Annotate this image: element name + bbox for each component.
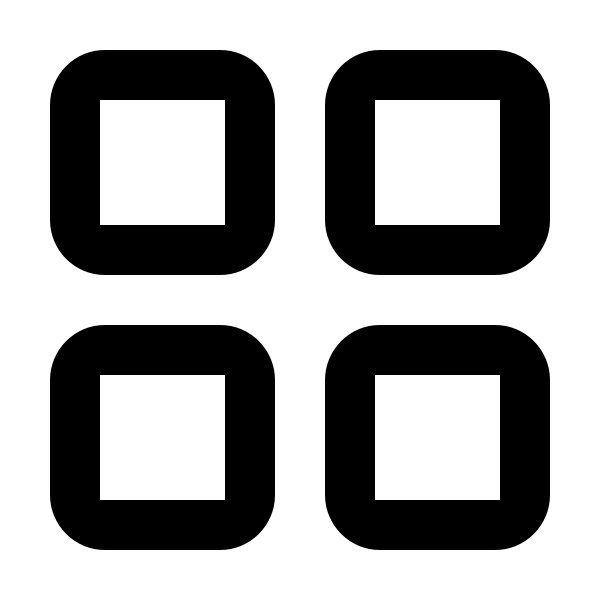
grid-tile-top-right-hole bbox=[375, 100, 500, 225]
grid-icon-svg bbox=[50, 50, 550, 550]
grid-tile-bottom-left-hole bbox=[100, 375, 225, 500]
grid-tile-top-left-hole bbox=[100, 100, 225, 225]
grid-tile-bottom-right-hole bbox=[375, 375, 500, 500]
grid-icon bbox=[0, 0, 600, 600]
grid-tiles bbox=[50, 50, 550, 550]
